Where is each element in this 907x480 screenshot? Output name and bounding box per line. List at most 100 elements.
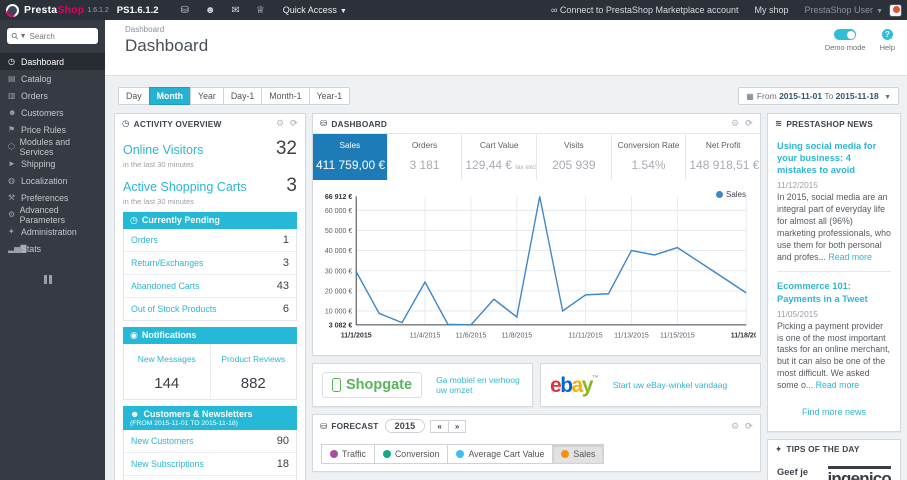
refresh-icon[interactable]: ⟳ [745, 118, 753, 129]
read-more-link[interactable]: Read more [828, 252, 872, 262]
demo-mode-toggle[interactable] [834, 29, 857, 40]
pending-row: Orders 1 [124, 229, 296, 252]
chevron-down-icon: ▼ [339, 8, 347, 15]
active-carts-link[interactable]: Active Shopping Carts [123, 180, 247, 194]
read-more-link[interactable]: Read more [816, 380, 860, 390]
forecast-next-button[interactable]: » [447, 419, 467, 433]
administration-icon: ✦ [8, 227, 15, 236]
customers-row: New Subscriptions 18 [124, 453, 296, 476]
new-customers-link[interactable]: New Customers [131, 436, 194, 446]
refresh-icon[interactable]: ⟳ [290, 118, 298, 129]
kpi-sales[interactable]: Sales411 759,00 € tax excl. [313, 134, 388, 180]
sidebar-item-shipping[interactable]: ► Shipping [0, 155, 105, 172]
cart-icon[interactable]: ⛁ [181, 5, 189, 16]
breadcrumb[interactable]: Dashboard [125, 25, 907, 34]
ebay-link[interactable]: Start uw eBay-winkel vandaag [613, 380, 727, 390]
help-icon[interactable]: ? [881, 29, 893, 40]
find-more-news-link[interactable]: Find more news [802, 407, 866, 417]
sidebar-item-preferences[interactable]: ⚒ Preferences [0, 189, 105, 206]
user-menu[interactable]: PrestaShop User ▼ [805, 5, 883, 15]
gear-icon[interactable]: ⚙ [731, 118, 739, 129]
sidebar-item-administration[interactable]: ✦ Administration [0, 223, 105, 240]
kpi-orders[interactable]: Orders 3 181 [388, 134, 463, 180]
news-article-title[interactable]: Using social media for your business: 4 … [777, 140, 891, 176]
tab-year[interactable]: Year [190, 87, 224, 105]
collapse-menu-button[interactable] [44, 275, 105, 284]
customers-icon[interactable]: ☻ [205, 5, 216, 16]
svg-text:11/8/2015: 11/8/2015 [501, 330, 532, 339]
my-shop-link[interactable]: My shop [755, 5, 789, 15]
prestashop-admin-dashboard: PrestaShop 1.6.1.2 PS1.6.1.2 ⛁ ☻ ✉ ♕ Qui… [0, 0, 907, 480]
svg-text:40 000 €: 40 000 € [325, 246, 352, 255]
clock-icon: ◷ [122, 118, 130, 128]
mail-icon[interactable]: ✉ [231, 5, 239, 16]
new-subscriptions-value: 18 [276, 458, 289, 470]
customers-row: New Customers 90 [124, 430, 296, 453]
tab-day-1[interactable]: Day-1 [222, 87, 263, 105]
quick-access-menu[interactable]: Quick Access ▼ [283, 5, 347, 15]
traffic-dot-icon [330, 450, 338, 458]
new-subscriptions-link[interactable]: New Subscriptions [131, 459, 204, 469]
bell-icon: ◉ [130, 330, 138, 340]
search-input[interactable] [29, 31, 88, 41]
tips-of-the-day-panel: ✦ TIPS OF THE DAY ingenico Payment servi… [767, 438, 901, 480]
sidebar-item-advanced-parameters[interactable]: ⚙ Advanced Parameters [0, 205, 105, 225]
forecast-avg-cart-button[interactable]: Average Cart Value [447, 444, 554, 464]
sidebar-item-dashboard[interactable]: ◷ Dashboard [0, 53, 105, 70]
chevron-down-icon: ▼ [876, 8, 883, 15]
forecast-sales-button[interactable]: Sales [552, 444, 605, 464]
sidebar-search[interactable]: ⚲ ▼ [7, 28, 98, 44]
gear-icon[interactable]: ⚙ [276, 118, 284, 129]
abandoned-carts-link[interactable]: Abandoned Carts [131, 281, 199, 291]
tab-day[interactable]: Day [118, 87, 150, 105]
shop-name[interactable]: PS1.6.1.2 [117, 5, 159, 16]
forecast-traffic-button[interactable]: Traffic [321, 444, 375, 464]
page-title: Dashboard [125, 36, 209, 55]
sidebar-item-localization[interactable]: ◍ Localization [0, 172, 105, 189]
date-range-picker[interactable]: ▦ From 2015-11-01 To 2015-11-18 ▼ [738, 87, 899, 105]
news-article-date: 11/05/2015 [777, 308, 818, 319]
pending-orders-value: 1 [282, 234, 289, 246]
new-customers-value: 90 [276, 435, 289, 447]
online-visitors-sub: in the last 30 minutes [123, 160, 194, 169]
conversion-dot-icon [382, 450, 391, 458]
sidebar-item-modules[interactable]: ⬡ Modules and Services [0, 137, 105, 157]
svg-text:11/1/2015: 11/1/2015 [341, 330, 372, 339]
tab-month-1[interactable]: Month-1 [261, 87, 310, 105]
product-reviews-link[interactable]: Product Reviews [221, 354, 285, 364]
demo-mode-control: Demo mode [825, 29, 866, 52]
modules-icon: ⬡ [8, 142, 15, 151]
trophy-icon[interactable]: ♕ [256, 5, 265, 16]
tab-year-1[interactable]: Year-1 [308, 87, 351, 105]
shopgate-link[interactable]: Ga mobiel en verhoog uw omzet [436, 375, 523, 395]
help-control: ? Help [880, 29, 895, 52]
demo-mode-label: Demo mode [824, 43, 866, 52]
kpi-cart-value[interactable]: Cart Value 129,44 € tax excl. [462, 134, 538, 180]
help-label: Help [879, 43, 895, 52]
tab-month[interactable]: Month [148, 87, 192, 105]
new-messages-link[interactable]: New Messages [138, 354, 196, 364]
marketplace-connect-link[interactable]: ∞ Connect to PrestaShop Marketplace acco… [551, 5, 739, 15]
user-avatar[interactable] [889, 3, 902, 17]
kpi-visits[interactable]: Visits 205 939 [537, 134, 612, 180]
sidebar-item-orders[interactable]: ▥ Orders [0, 87, 105, 104]
topbar-right: ∞ Connect to PrestaShop Marketplace acco… [551, 3, 907, 17]
online-visitors-link[interactable]: Online Visitors [123, 143, 203, 157]
sidebar-item-price-rules[interactable]: ⚑ Price Rules [0, 121, 105, 138]
news-article-title[interactable]: Ecommerce 101: Payments in a Tweet [777, 280, 891, 304]
svg-text:11/4/2015: 11/4/2015 [410, 330, 441, 339]
sidebar-item-customers[interactable]: ☻ Customers [0, 104, 105, 121]
pending-returns-link[interactable]: Return/Exchanges [131, 258, 203, 268]
pending-orders-link[interactable]: Orders [131, 235, 158, 245]
kpi-conversion-rate[interactable]: Conversion Rate 1.54% [612, 134, 687, 180]
kpi-net-profit[interactable]: Net Profit148 918,51 € tax ex... [686, 134, 760, 180]
forecast-conversion-button[interactable]: Conversion [373, 444, 449, 464]
sidebar-item-catalog[interactable]: ▤ Catalog [0, 70, 105, 87]
refresh-icon[interactable]: ⟳ [745, 421, 753, 432]
chart-legend[interactable]: Sales [715, 190, 746, 199]
tips-panel-title: TIPS OF THE DAY [786, 444, 860, 455]
sidebar-item-stats[interactable]: ▂▅▇ Stats [0, 240, 105, 257]
gear-icon[interactable]: ⚙ [731, 421, 739, 432]
out-of-stock-link[interactable]: Out of Stock Products [131, 304, 217, 314]
forecast-prev-button[interactable]: « [430, 419, 449, 433]
